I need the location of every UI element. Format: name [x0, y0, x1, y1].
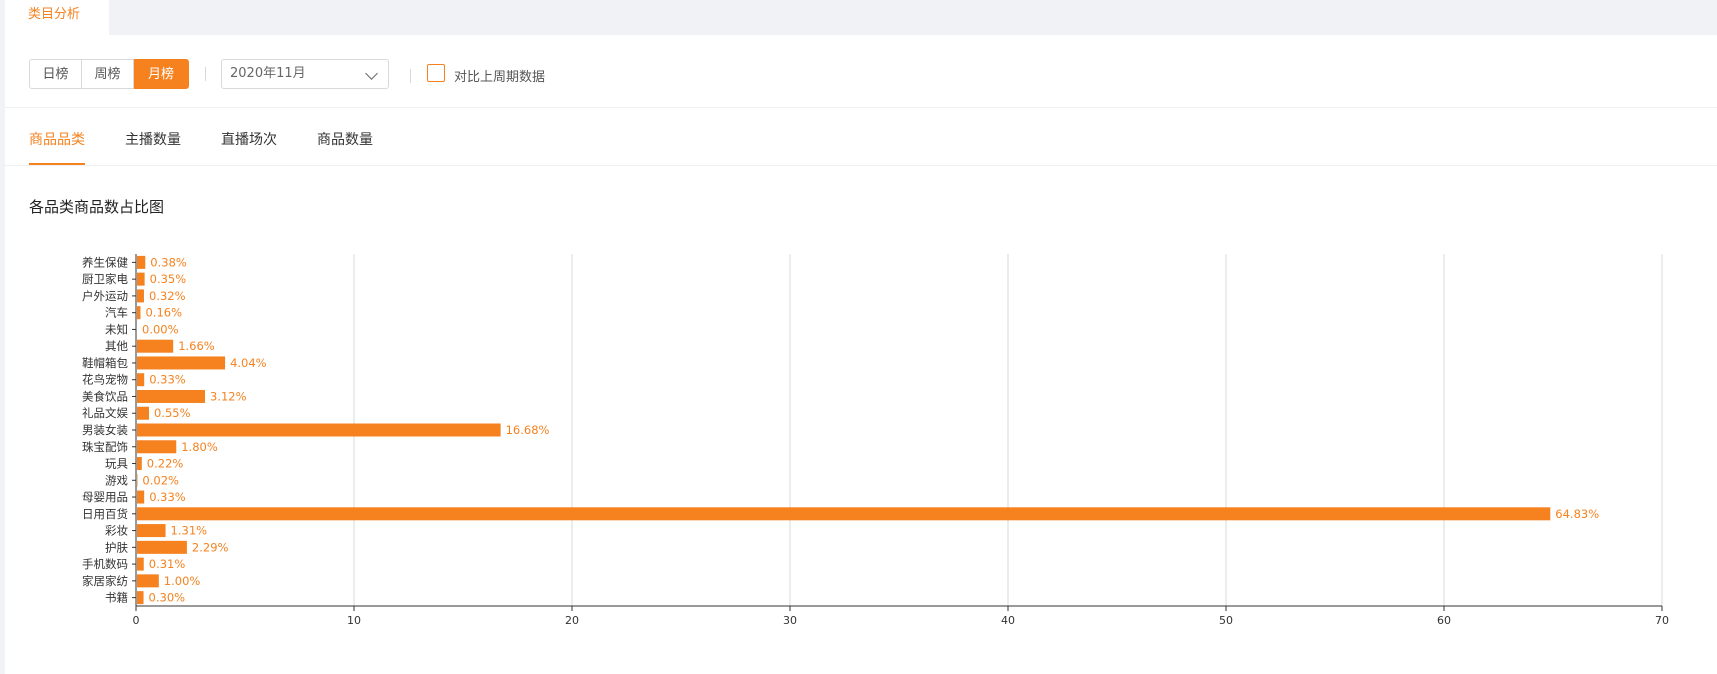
- bar: [137, 389, 206, 403]
- bar: [137, 339, 174, 353]
- y-tick-label: 礼品文娱: [82, 406, 128, 420]
- y-tick-label: 日用百货: [82, 507, 128, 521]
- bar: [137, 272, 145, 286]
- y-tick-label: 美食饮品: [82, 389, 128, 403]
- y-tick-label: 家居家纺: [82, 574, 128, 588]
- y-tick-label: 护肤: [105, 540, 128, 554]
- data-label: 3.12%: [210, 389, 247, 403]
- x-tick-label: 50: [1219, 614, 1233, 627]
- data-label: 0.38%: [150, 255, 187, 269]
- bar: [137, 557, 144, 571]
- bar: [137, 507, 1551, 521]
- bar: [137, 457, 142, 471]
- bar: [137, 255, 146, 269]
- data-label: 0.16%: [145, 306, 182, 320]
- bar: [137, 490, 145, 504]
- data-label: 0.55%: [154, 406, 191, 420]
- x-tick-label: 70: [1655, 614, 1669, 627]
- y-tick-label: 户外运动: [82, 289, 128, 303]
- y-tick-label: 未知: [105, 322, 128, 336]
- data-label: 0.22%: [147, 457, 184, 471]
- bar: [137, 306, 141, 320]
- bar: [137, 440, 177, 454]
- bar: [137, 591, 144, 605]
- y-tick-label: 鞋帽箱包: [82, 356, 128, 370]
- data-label: 4.04%: [230, 356, 267, 370]
- bar: [137, 289, 144, 303]
- y-tick-label: 珠宝配饰: [82, 440, 128, 454]
- category-share-chart: 0 10 20 30 40 50 60 70 养生保健 0.38% 厨卫家电 0.35% 户外运动 0.3…: [82, 254, 1669, 627]
- y-tick-label: 母婴用品: [82, 490, 128, 504]
- y-tick-label: 游戏: [105, 473, 128, 487]
- x-tick-label: 10: [347, 614, 361, 627]
- y-tick-label: 手机数码: [82, 557, 128, 571]
- data-label: 0.31%: [149, 557, 186, 571]
- data-label: 0.32%: [149, 289, 186, 303]
- bar: [137, 574, 159, 588]
- y-tick-label: 花鸟宠物: [82, 373, 128, 387]
- x-tick-label: 0: [133, 614, 140, 627]
- data-label: 0.00%: [142, 322, 179, 336]
- data-label: 1.31%: [171, 524, 208, 538]
- x-tick-label: 20: [565, 614, 579, 627]
- y-tick-label: 男装女装: [82, 423, 128, 437]
- data-label: 16.68%: [506, 423, 550, 437]
- data-label: 0.33%: [149, 490, 186, 504]
- y-tick-label: 厨卫家电: [82, 272, 128, 286]
- bar: [137, 356, 226, 370]
- data-label: 0.35%: [150, 272, 187, 286]
- bar: [137, 524, 166, 538]
- data-label: 1.66%: [178, 339, 215, 353]
- y-tick-label: 养生保健: [82, 255, 128, 269]
- y-tick-label: 彩妆: [105, 524, 128, 538]
- y-tick-label: 其他: [105, 339, 128, 353]
- bar: [137, 373, 145, 387]
- data-label: 1.80%: [181, 440, 218, 454]
- y-tick-label: 玩具: [105, 457, 128, 471]
- data-label: 2.29%: [192, 540, 229, 554]
- bar: [137, 540, 187, 554]
- bar: [137, 423, 501, 437]
- data-label: 64.83%: [1555, 507, 1599, 521]
- bar: [137, 406, 149, 420]
- data-label: 0.30%: [149, 591, 186, 605]
- y-tick-label: 书籍: [105, 591, 128, 605]
- x-tick-label: 30: [783, 614, 797, 627]
- data-label: 0.02%: [142, 473, 179, 487]
- x-tick-label: 40: [1001, 614, 1015, 627]
- y-tick-label: 汽车: [105, 306, 128, 320]
- x-tick-label: 60: [1437, 614, 1451, 627]
- data-label: 1.00%: [164, 574, 201, 588]
- data-label: 0.33%: [149, 373, 186, 387]
